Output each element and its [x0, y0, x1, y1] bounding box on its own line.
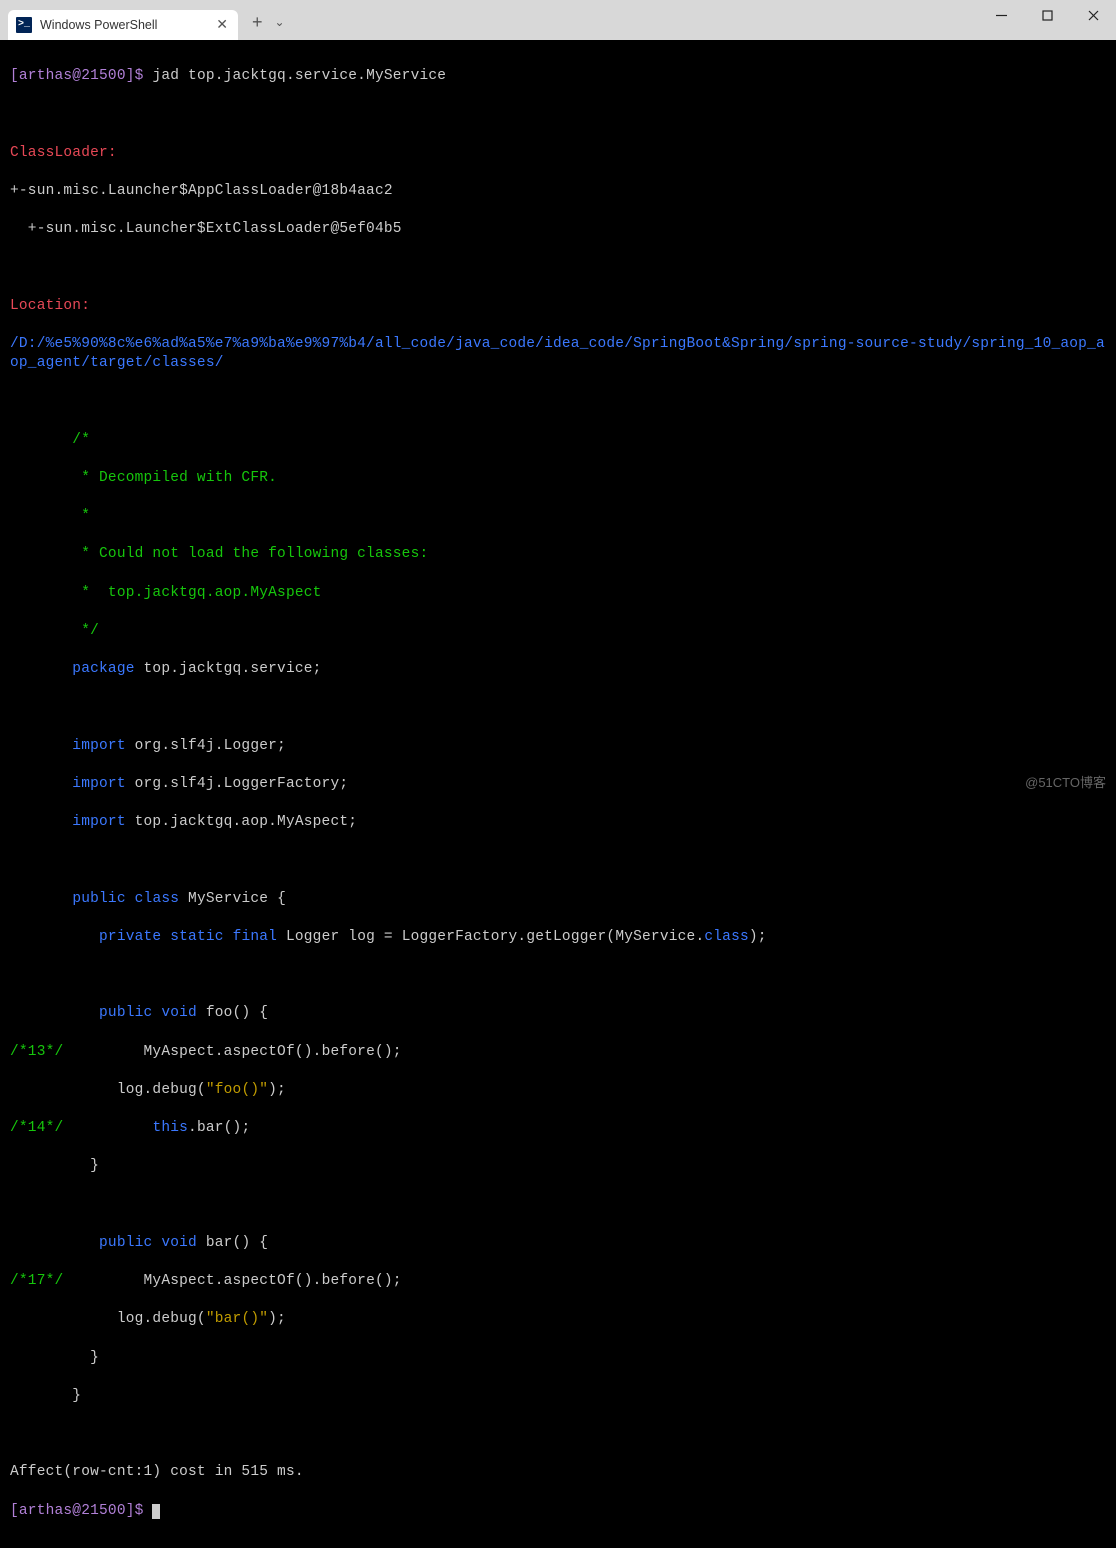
- comment-line: /*: [10, 432, 90, 448]
- cursor-icon: [152, 1504, 160, 1519]
- code-line: import top.jacktgq.aop.MyAspect;: [10, 813, 1106, 832]
- tab-dropdown-icon[interactable]: ⌄: [275, 15, 285, 30]
- prompt-line: [arthas@21500]$ jad top.jacktgq.service.…: [10, 67, 1106, 86]
- minimize-button[interactable]: [978, 0, 1024, 30]
- tab-close-icon[interactable]: ✕: [216, 16, 228, 33]
- comment-line: * Could not load the following classes:: [10, 546, 428, 562]
- code-line: /*13*/ MyAspect.aspectOf().before();: [10, 1043, 1106, 1062]
- code-line: private static final Logger log = Logger…: [10, 928, 1106, 947]
- comment-line: *: [10, 508, 90, 524]
- code-line: }: [10, 1387, 1106, 1406]
- comment-line: * Decompiled with CFR.: [10, 470, 277, 486]
- watermark: @51CTO博客: [1025, 772, 1106, 791]
- tab-powershell[interactable]: >_ Windows PowerShell ✕: [8, 10, 238, 40]
- terminal-content[interactable]: [arthas@21500]$ jad top.jacktgq.service.…: [0, 40, 1116, 1548]
- maximize-button[interactable]: [1024, 0, 1070, 30]
- prompt-line: [arthas@21500]$: [10, 1502, 1106, 1521]
- code-line: import org.slf4j.LoggerFactory;: [10, 775, 1106, 794]
- classloader-line: +-sun.misc.Launcher$AppClassLoader@18b4a…: [10, 183, 393, 199]
- location-path: /D:/%e5%90%8c%e6%ad%a5%e7%a9%ba%e9%97%b4…: [10, 336, 1105, 371]
- classloader-header: ClassLoader:: [10, 145, 117, 161]
- window-titlebar: >_ Windows PowerShell ✕ + ⌄: [0, 0, 1116, 40]
- code-line: }: [10, 1349, 1106, 1368]
- code-line: public class MyService {: [10, 890, 1106, 909]
- code-line: /*17*/ MyAspect.aspectOf().before();: [10, 1272, 1106, 1291]
- comment-line: * top.jacktgq.aop.MyAspect: [10, 585, 322, 601]
- tab-title: Windows PowerShell: [40, 18, 208, 32]
- code-line: }: [10, 1157, 1106, 1176]
- code-line: import org.slf4j.Logger;: [10, 737, 1106, 756]
- code-line: log.debug("foo()");: [10, 1081, 1106, 1100]
- classloader-line: +-sun.misc.Launcher$ExtClassLoader@5ef04…: [10, 221, 402, 237]
- code-line: package top.jacktgq.service;: [10, 660, 1106, 679]
- new-tab-button[interactable]: +: [252, 12, 263, 33]
- code-line: public void bar() {: [10, 1234, 1106, 1253]
- close-window-button[interactable]: [1070, 0, 1116, 30]
- powershell-icon: >_: [16, 17, 32, 33]
- affect-line: Affect(row-cnt:1) cost in 515 ms.: [10, 1464, 304, 1480]
- code-line: log.debug("bar()");: [10, 1310, 1106, 1329]
- code-line: /*14*/ this.bar();: [10, 1119, 1106, 1138]
- code-line: public void foo() {: [10, 1004, 1106, 1023]
- comment-line: */: [10, 623, 99, 639]
- location-header: Location:: [10, 298, 90, 314]
